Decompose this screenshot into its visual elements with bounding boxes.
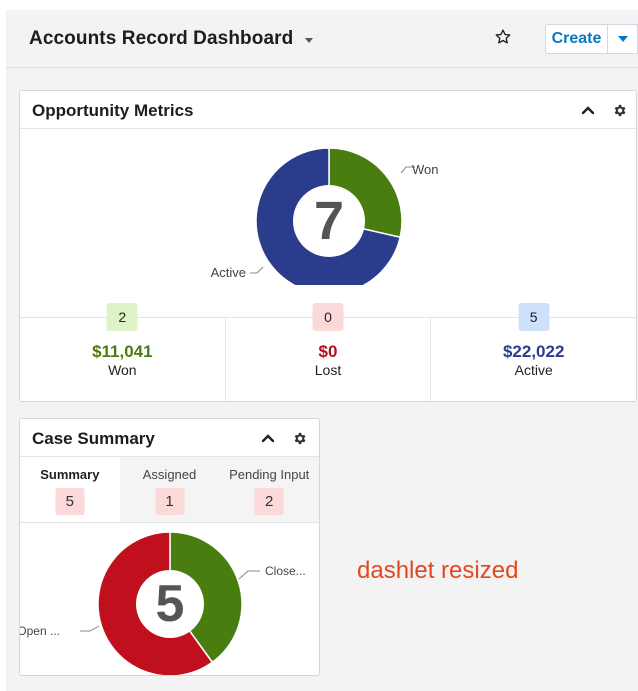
metric-active-label: Active: [514, 362, 553, 378]
tab-count: 1: [155, 488, 184, 515]
case-summary-tabs: Summary 5 Assigned 1 Pending Input 2: [20, 457, 320, 523]
chevron-up-icon[interactable]: [577, 99, 599, 121]
dashboard-header: Accounts Record Dashboard Create: [6, 10, 638, 68]
annotation-note: dashlet resized: [357, 557, 519, 584]
metric-lost-count: 0: [312, 303, 344, 331]
dashlet-header: Case Summary: [20, 419, 319, 457]
chevron-down-icon: [617, 36, 628, 42]
tab-label: Assigned: [142, 467, 197, 482]
metric-won[interactable]: 2 $11,041 Won: [20, 303, 225, 401]
metric-active-amount: $22,022: [502, 342, 565, 361]
tab-pending-input[interactable]: Pending Input 2: [219, 457, 320, 522]
tab-assigned[interactable]: Assigned 1: [119, 457, 220, 522]
star-icon[interactable]: [490, 24, 516, 50]
metric-lost[interactable]: 0 $0 Lost: [224, 303, 431, 401]
case-donut-chart: 5 Close... Open ...: [20, 524, 319, 675]
opportunity-total: 7: [314, 191, 344, 251]
closed-leader-line: [238, 570, 260, 580]
opportunity-metrics-row: 2 $11,041 Won 0 $0 Lost 5 $22,022 Active: [20, 303, 636, 401]
case-total: 5: [156, 575, 185, 633]
create-menu-button[interactable]: [607, 24, 638, 54]
tab-label: Summary: [40, 467, 100, 482]
metric-active[interactable]: 5 $22,022 Active: [430, 303, 636, 401]
metric-lost-amount: $0: [318, 342, 338, 361]
metric-won-count: 2: [106, 303, 138, 331]
open-leader-line: [80, 625, 100, 632]
won-slice-label: Won: [412, 162, 439, 177]
opportunity-donut-chart: 7 Won Active: [20, 129, 636, 295]
chevron-down-icon[interactable]: [305, 38, 314, 43]
dashlet-title: Opportunity Metrics: [32, 101, 194, 120]
chevron-up-icon[interactable]: [257, 427, 279, 449]
closed-slice-label: Close...: [265, 564, 306, 578]
dashlet-title: Case Summary: [32, 429, 155, 448]
gear-icon[interactable]: [608, 99, 630, 121]
open-slice-label: Open ...: [20, 624, 60, 638]
metric-active-count: 5: [518, 303, 550, 331]
metric-won-amount: $11,041: [92, 342, 153, 361]
dashboard-title-menu[interactable]: Accounts Record Dashboard: [29, 28, 314, 50]
tab-summary[interactable]: Summary 5: [20, 457, 120, 522]
metric-won-label: Won: [108, 362, 137, 378]
opportunity-metrics-dashlet: Opportunity Metrics 7 Won Active 2 $11,0…: [19, 90, 637, 402]
tab-count: 5: [55, 488, 85, 515]
active-slice-label: Active: [211, 265, 246, 280]
tab-count: 2: [254, 488, 284, 515]
create-button[interactable]: Create: [545, 24, 607, 54]
active-leader-line: [250, 266, 264, 274]
case-summary-dashlet: Case Summary Summary 5 Assigned 1 Pendin…: [19, 418, 320, 676]
dashlet-header: Opportunity Metrics: [20, 91, 636, 129]
metric-lost-label: Lost: [314, 362, 342, 378]
tab-label: Pending Input: [229, 467, 310, 482]
gear-icon[interactable]: [288, 427, 310, 449]
page-title[interactable]: Accounts Record Dashboard: [29, 28, 293, 50]
